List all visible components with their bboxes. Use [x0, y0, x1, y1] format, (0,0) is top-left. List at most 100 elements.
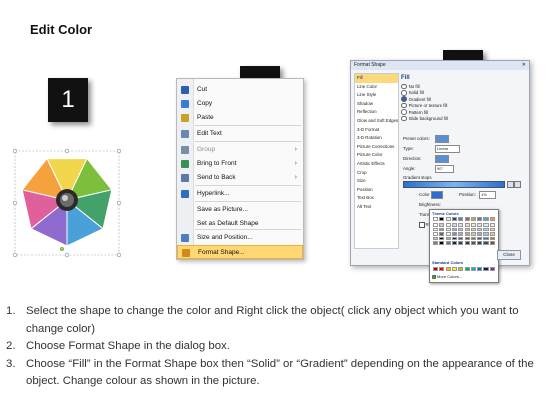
theme-color-swatch[interactable] [439, 227, 445, 232]
theme-color-swatch[interactable] [458, 241, 464, 245]
theme-color-swatch[interactable] [439, 232, 445, 236]
theme-color-swatch[interactable] [477, 236, 483, 241]
menu-item-size-and-position[interactable]: Size and Position... [177, 231, 303, 245]
theme-color-swatch[interactable] [451, 236, 458, 241]
theme-color-swatch[interactable] [464, 232, 470, 236]
nav-item-line-color[interactable]: Line Color [355, 83, 398, 92]
standard-color-swatch[interactable] [464, 267, 470, 271]
theme-color-swatch[interactable] [477, 232, 483, 236]
nav-item-glow-and-soft-edges[interactable]: Glow and Soft Edges [355, 117, 398, 126]
menu-item-format-shape[interactable]: Format Shape... [177, 245, 303, 259]
close-button[interactable]: Close [497, 250, 521, 260]
selected-shape-panel[interactable] [12, 148, 122, 258]
nav-item-shadow[interactable]: Shadow [355, 100, 398, 109]
theme-color-swatch[interactable] [470, 236, 476, 241]
remove-stop-icon[interactable] [514, 181, 521, 188]
standard-color-swatch[interactable] [445, 267, 451, 271]
nav-item-alt-text[interactable]: Alt Text [355, 203, 398, 212]
theme-color-swatch[interactable] [433, 241, 439, 245]
theme-color-swatch[interactable] [451, 232, 458, 236]
nav-item-3-d-format[interactable]: 3-D Format [355, 126, 398, 135]
theme-color-swatch[interactable] [489, 236, 495, 241]
standard-color-swatch[interactable] [458, 267, 464, 271]
theme-color-swatch[interactable] [477, 223, 483, 227]
color-dropdown[interactable] [431, 191, 443, 199]
position-input[interactable]: 1% [479, 191, 496, 199]
theme-color-swatch[interactable] [483, 217, 489, 221]
fill-option-slide-background-fill[interactable]: Slide background fill [401, 115, 526, 122]
resize-handle[interactable] [116, 148, 122, 154]
theme-color-swatch[interactable] [439, 236, 445, 241]
direction-dropdown[interactable] [435, 155, 449, 163]
nav-item-fill[interactable]: Fill [355, 74, 398, 83]
theme-color-swatch[interactable] [451, 217, 458, 221]
theme-color-swatch[interactable] [470, 227, 476, 232]
theme-color-swatch[interactable] [433, 217, 439, 221]
nav-item-text-box[interactable]: Text Box [355, 194, 398, 203]
theme-color-swatch[interactable] [458, 217, 464, 221]
standard-color-swatch[interactable] [477, 267, 483, 271]
menu-item-send-to-back[interactable]: Send to Back › [177, 171, 303, 185]
close-icon[interactable]: ✕ [522, 61, 526, 70]
theme-color-swatch[interactable] [445, 236, 451, 241]
nav-item-line-style[interactable]: Line Style [355, 91, 398, 100]
menu-item-paste[interactable]: Paste [177, 111, 303, 125]
standard-color-swatch[interactable] [439, 267, 445, 271]
standard-color-swatch[interactable] [433, 267, 439, 271]
resize-handle[interactable] [64, 252, 70, 258]
standard-color-swatch[interactable] [483, 267, 489, 271]
theme-color-swatch[interactable] [451, 223, 458, 227]
nav-item-picture-corrections[interactable]: Picture Corrections [355, 143, 398, 152]
menu-item-cut[interactable]: Cut [177, 83, 303, 97]
theme-color-swatch[interactable] [470, 223, 476, 227]
theme-color-swatch[interactable] [445, 241, 451, 245]
theme-color-swatch[interactable] [489, 232, 495, 236]
theme-color-swatch[interactable] [464, 223, 470, 227]
resize-handle[interactable] [116, 200, 122, 206]
theme-color-swatch[interactable] [433, 227, 439, 232]
theme-color-swatch[interactable] [439, 217, 445, 221]
theme-color-swatch[interactable] [489, 227, 495, 232]
theme-color-swatch[interactable] [483, 241, 489, 245]
nav-item-picture-color[interactable]: Picture Color [355, 151, 398, 160]
angle-input[interactable]: 90° [435, 165, 454, 173]
theme-color-swatch[interactable] [433, 232, 439, 236]
gradient-stops-bar[interactable] [403, 181, 505, 188]
nav-item-3-d-rotation[interactable]: 3-D Rotation [355, 134, 398, 143]
theme-color-swatch[interactable] [483, 232, 489, 236]
resize-handle[interactable] [12, 252, 18, 258]
standard-color-swatch[interactable] [470, 267, 476, 271]
resize-handle[interactable] [64, 148, 70, 154]
menu-item-save-as-picture[interactable]: Save as Picture... [177, 203, 303, 217]
theme-color-swatch[interactable] [439, 223, 445, 227]
theme-color-swatch[interactable] [489, 223, 495, 227]
theme-color-swatch[interactable] [464, 227, 470, 232]
theme-color-swatch[interactable] [489, 217, 495, 221]
menu-item-hyperlink[interactable]: Hyperlink... [177, 187, 303, 201]
theme-color-swatch[interactable] [470, 232, 476, 236]
theme-color-swatch[interactable] [483, 227, 489, 232]
theme-color-swatch[interactable] [470, 217, 476, 221]
theme-color-swatch[interactable] [483, 223, 489, 227]
standard-color-swatch[interactable] [489, 267, 495, 271]
nav-item-size[interactable]: Size [355, 177, 398, 186]
theme-color-swatch[interactable] [439, 241, 445, 245]
resize-handle[interactable] [116, 252, 122, 258]
theme-color-swatch[interactable] [483, 236, 489, 241]
more-colors-link[interactable]: More Colors... [432, 274, 462, 279]
resize-handle[interactable] [12, 200, 18, 206]
type-select[interactable]: Linear [435, 145, 460, 153]
preset-colors-dropdown[interactable] [435, 135, 449, 143]
theme-color-swatch[interactable] [433, 223, 439, 227]
theme-color-swatch[interactable] [464, 217, 470, 221]
menu-item-group[interactable]: Group › [177, 143, 303, 157]
theme-color-swatch[interactable] [445, 232, 451, 236]
theme-color-swatch[interactable] [458, 227, 464, 232]
menu-item-set-as-default-shape[interactable]: Set as Default Shape [177, 217, 303, 231]
theme-color-swatch[interactable] [451, 227, 458, 232]
theme-color-swatch[interactable] [470, 241, 476, 245]
theme-color-swatch[interactable] [477, 241, 483, 245]
nav-item-artistic-effects[interactable]: Artistic Effects [355, 160, 398, 169]
theme-color-swatch[interactable] [458, 232, 464, 236]
theme-color-swatch[interactable] [477, 217, 483, 221]
